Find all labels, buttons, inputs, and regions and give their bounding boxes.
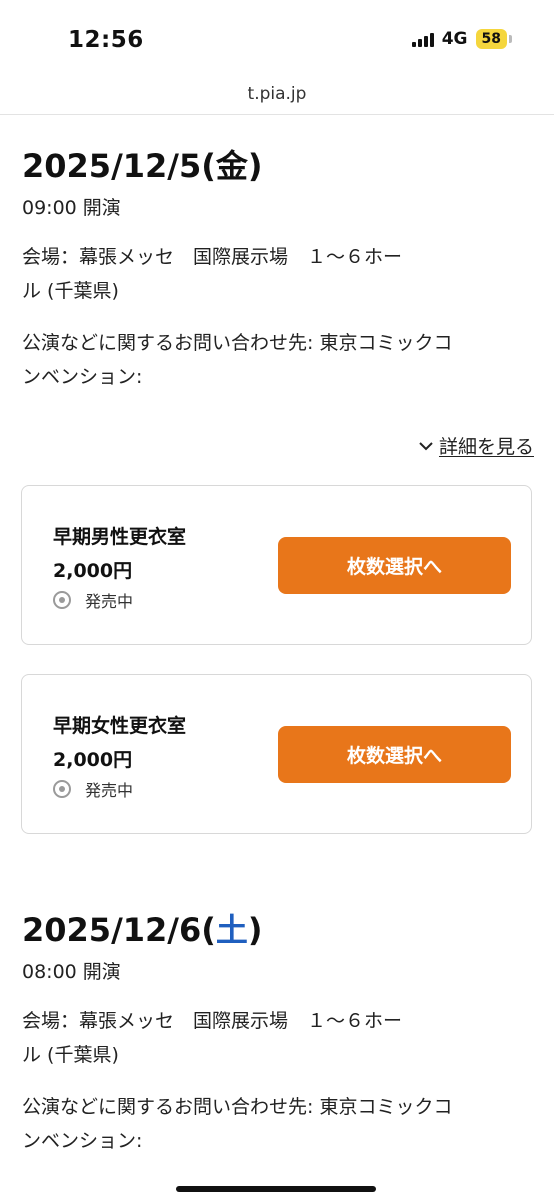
- on-sale-icon: [53, 591, 71, 609]
- ticket-name: 早期男性更衣室: [53, 526, 187, 548]
- event-contact: 公演などに関するお問い合わせ先: 東京コミックコ ンベンション:: [22, 332, 453, 388]
- status-icons: 4G 58: [411, 29, 512, 49]
- event-contact: 公演などに関するお問い合わせ先: 東京コミックコ ンベンション:: [22, 1096, 453, 1152]
- url-bar[interactable]: t.pia.jp: [0, 84, 554, 104]
- home-indicator[interactable]: [176, 1186, 376, 1192]
- chevron-down-icon: [419, 437, 433, 455]
- signal-icon: [411, 31, 436, 47]
- ticket-page: 12:56 4G 58 t.pia.jp 2025/12/5(金) 09:00 …: [0, 0, 554, 1200]
- battery-tip: [509, 35, 512, 43]
- event-date: 2025/12/5(金): [22, 147, 263, 185]
- event-venue: 会場：幕張メッセ 国際展示場 １～６ホー ル (千葉県): [22, 1010, 403, 1066]
- event-weekday: 金: [215, 147, 248, 185]
- details-toggle[interactable]: 詳細を見る: [419, 432, 534, 459]
- ticket-status: 発売中: [53, 777, 133, 801]
- event-weekday: 土: [215, 911, 248, 949]
- ticket-card: 早期男性更衣室 2,000円 発売中 枚数選択へ: [21, 485, 532, 645]
- details-link[interactable]: 詳細を見る: [439, 432, 534, 459]
- ticket-price: 2,000円: [53, 560, 133, 582]
- select-quantity-button[interactable]: 枚数選択へ: [278, 726, 511, 783]
- event-start-time: 08:00 開演: [22, 961, 121, 983]
- event-date: 2025/12/6(土): [22, 911, 263, 949]
- ticket-card: 早期女性更衣室 2,000円 発売中 枚数選択へ: [21, 674, 532, 834]
- battery-icon: 58: [475, 29, 507, 49]
- event-block: 2025/12/5(金) 09:00 開演 会場：幕張メッセ 国際展示場 １～６…: [22, 146, 534, 394]
- event-venue: 会場：幕張メッセ 国際展示場 １～６ホー ル (千葉県): [22, 246, 403, 302]
- select-quantity-button[interactable]: 枚数選択へ: [278, 537, 511, 594]
- status-time: 12:56: [68, 27, 144, 53]
- divider: [0, 114, 554, 115]
- event-start-time: 09:00 開演: [22, 197, 121, 219]
- on-sale-icon: [53, 780, 71, 798]
- ticket-price: 2,000円: [53, 749, 133, 771]
- event-block: 2025/12/6(土) 08:00 開演 会場：幕張メッセ 国際展示場 １～６…: [22, 910, 534, 1158]
- ticket-name: 早期女性更衣室: [53, 715, 187, 737]
- network-type: 4G: [441, 29, 468, 49]
- ticket-status: 発売中: [53, 588, 133, 612]
